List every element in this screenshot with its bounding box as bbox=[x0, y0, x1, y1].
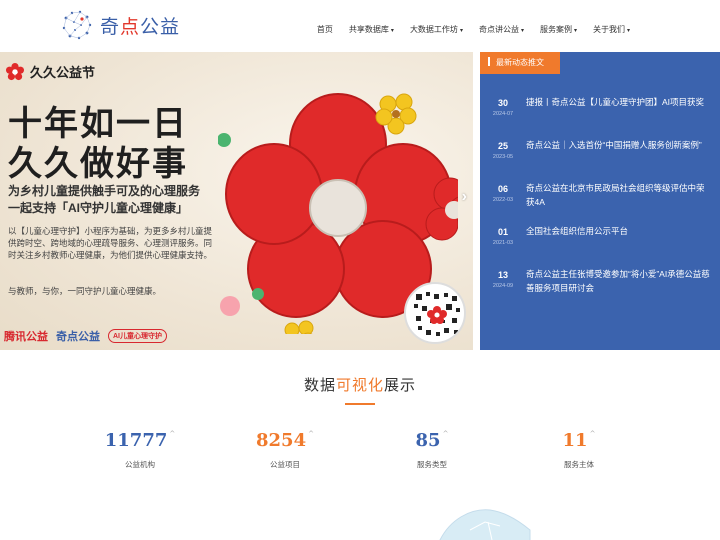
site-logo[interactable]: 奇点公益 bbox=[60, 8, 185, 42]
festival-name: 久久公益节 bbox=[30, 65, 96, 80]
news-title[interactable]: 全国社会组织信用公示平台 bbox=[526, 224, 712, 238]
nav-cases[interactable]: 服务案例 ▾ bbox=[532, 24, 585, 35]
trend-up-icon: ^ bbox=[589, 430, 596, 438]
nav-shared-database[interactable]: 共享数据库 ▾ bbox=[341, 24, 402, 35]
nav-bigdata-workshop[interactable]: 大数据工作坊 ▾ bbox=[402, 24, 471, 35]
stat-projects: 8254 ^ 公益项目 bbox=[225, 430, 345, 470]
stat-service-types: 85 ^ 服务类型 bbox=[372, 430, 492, 470]
caret-down-icon: ▾ bbox=[573, 28, 577, 34]
hero-banner[interactable]: 久久公益节 十年如一日 久久做好事 为乡村儿童提供触手可及的心理服务 一起支持「… bbox=[0, 52, 473, 350]
news-item[interactable]: 06 2022-03 奇点公益在北京市民政局社会组织等级评估中荣获4A bbox=[480, 178, 720, 218]
china-map-partial bbox=[439, 509, 531, 540]
stat-value: 11 ^ bbox=[562, 430, 596, 451]
partner-tencent-logo: 腾讯公益 bbox=[4, 331, 48, 343]
news-item[interactable]: 01 2021-03 全国社会组织信用公示平台 bbox=[480, 221, 720, 261]
trend-up-icon: ^ bbox=[442, 430, 449, 438]
stats-title-underline bbox=[345, 403, 375, 405]
caret-down-icon: ▾ bbox=[390, 28, 394, 34]
stat-value: 8254 ^ bbox=[256, 430, 314, 451]
qr-code bbox=[404, 282, 466, 344]
banner-description: 以【儿童心理守护】小程序为基础，为更多乡村儿童提供跨时空、跨地域的心理疏导服务、… bbox=[8, 226, 213, 260]
nav-home[interactable]: 首页 bbox=[309, 24, 341, 35]
page: 奇点公益 首页 共享数据库 ▾ 大数据工作坊 ▾ 奇点讲公益 ▾ 服务案例 ▾ 关于我们… bbox=[0, 0, 720, 540]
partner-ai-logo: AI儿童心理守护 bbox=[108, 329, 167, 343]
stat-value: 11777 ^ bbox=[104, 430, 176, 451]
news-item[interactable]: 13 2024-09 奇点公益主任张博受邀参加“将小爱”AI承德公益慈善服务项目研… bbox=[480, 264, 720, 304]
banner-next-arrow[interactable]: › bbox=[462, 188, 467, 206]
stat-label: 公益机构 bbox=[125, 460, 155, 469]
festival-flower-icon bbox=[6, 62, 24, 80]
stat-service-subjects: 11 ^ 服务主体 bbox=[519, 430, 639, 470]
news-title[interactable]: 奇点公益主任张博受邀参加“将小爱”AI承德公益慈善服务项目研讨会 bbox=[526, 267, 712, 295]
brand-name: 奇点公益 bbox=[100, 15, 181, 38]
news-title[interactable]: 奇点公益｜入选首份“中国捐赠人服务创新案例” bbox=[526, 138, 712, 152]
stat-orgs: 11777 ^ 公益机构 bbox=[80, 430, 200, 470]
nav-talks[interactable]: 奇点讲公益 ▾ bbox=[471, 24, 532, 35]
caret-down-icon: ▾ bbox=[520, 28, 524, 34]
news-title[interactable]: 捷报丨奇点公益【儿童心理守护团】AI项目获奖 bbox=[526, 95, 712, 109]
news-date: 30 2024-07 bbox=[492, 98, 514, 117]
stats-section-title: 数据可视化展示 bbox=[303, 377, 417, 394]
main-nav: 首页 共享数据库 ▾ 大数据工作坊 ▾ 奇点讲公益 ▾ 服务案例 ▾ 关于我们 ▾ bbox=[309, 24, 638, 35]
site-header: 奇点公益 首页 共享数据库 ▾ 大数据工作坊 ▾ 奇点讲公益 ▾ 服务案例 ▾ 关于我们… bbox=[0, 0, 720, 52]
caret-down-icon: ▾ bbox=[459, 28, 463, 34]
news-panel: 最新动态推文 30 2024-07 捷报丨奇点公益【儿童心理守护团】AI项目获奖 … bbox=[480, 52, 720, 350]
news-item[interactable]: 25 2023-05 奇点公益｜入选首份“中国捐赠人服务创新案例” bbox=[480, 135, 720, 175]
trend-up-icon: ^ bbox=[308, 430, 314, 438]
caret-down-icon: ▾ bbox=[626, 28, 630, 34]
news-title[interactable]: 奇点公益在北京市民政局社会组织等级评估中荣获4A bbox=[526, 181, 712, 209]
partner-logos: 腾讯公益 奇点公益 AI儿童心理守护 bbox=[4, 328, 167, 344]
banner-subtitle-1: 为乡村儿童提供触手可及的心理服务 bbox=[8, 184, 201, 198]
stat-value: 85 ^ bbox=[415, 430, 449, 451]
news-date: 25 2023-05 bbox=[492, 141, 514, 160]
partner-qidian-logo: 奇点公益 bbox=[56, 331, 100, 343]
news-date: 13 2024-09 bbox=[492, 270, 514, 289]
trend-up-icon: ^ bbox=[169, 430, 176, 438]
nav-about[interactable]: 关于我们 ▾ bbox=[585, 24, 638, 35]
stat-label: 公益项目 bbox=[270, 460, 300, 469]
news-date: 06 2022-03 bbox=[492, 184, 514, 203]
stat-label: 服务主体 bbox=[564, 460, 594, 469]
festival-tag: 久久公益节 bbox=[6, 62, 95, 81]
news-tab[interactable]: 最新动态推文 bbox=[480, 52, 560, 74]
news-date: 01 2021-03 bbox=[492, 227, 514, 246]
news-item[interactable]: 30 2024-07 捷报丨奇点公益【儿童心理守护团】AI项目获奖 bbox=[480, 92, 720, 132]
banner-headline-2: 久久做好事 bbox=[8, 144, 188, 184]
stat-label: 服务类型 bbox=[417, 460, 447, 469]
logo-dots-icon bbox=[62, 10, 92, 40]
banner-description-2: 与教师，与你，一同守护儿童心理健康。 bbox=[8, 286, 162, 296]
banner-subtitle-2: 一起支持「AI守护儿童心理健康」 bbox=[8, 201, 189, 215]
